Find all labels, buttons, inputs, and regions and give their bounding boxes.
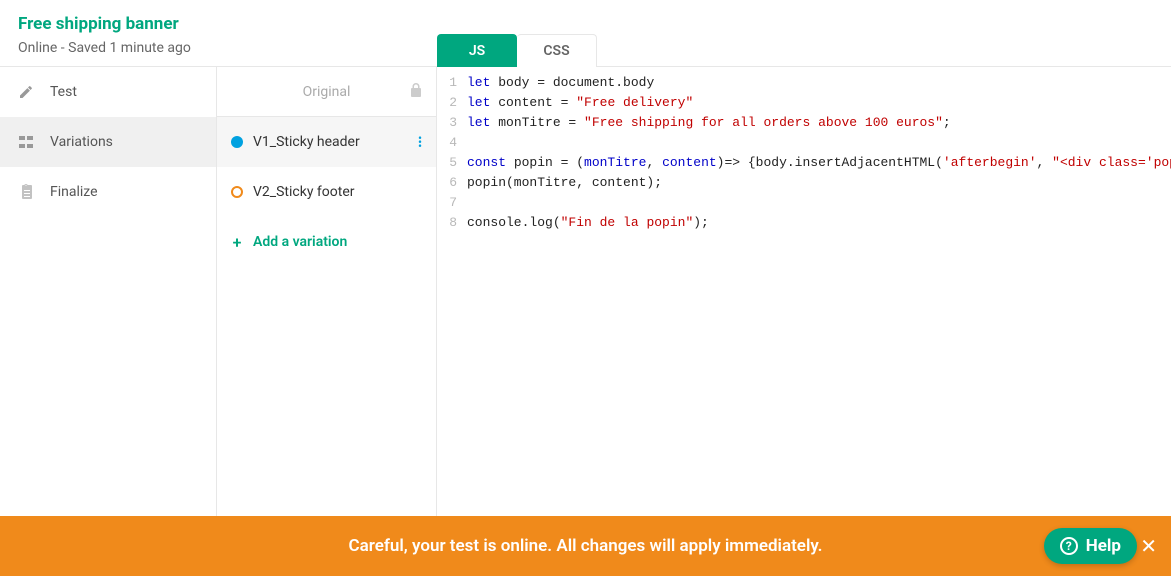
help-button[interactable]: ? Help [1044,528,1137,564]
line-number: 4 [437,133,457,153]
help-label: Help [1086,536,1121,556]
editor: JS CSS 12345678 let body = document.body… [437,67,1171,528]
line-number: 5 [437,153,457,173]
help-icon: ? [1060,537,1078,555]
nav-variations-label: Variations [50,134,113,150]
variations-icon [16,134,36,150]
code-line: let content = "Free delivery" [467,93,1171,113]
line-number: 7 [437,193,457,213]
code-line [467,133,1171,153]
variation-inactive-dot-icon [231,186,243,198]
variation-v2[interactable]: V2_Sticky footer [217,167,436,217]
tab-css[interactable]: CSS [517,34,597,67]
close-icon[interactable]: ✕ [1140,534,1157,558]
plus-icon: + [231,233,243,252]
variation-v1-label: V1_Sticky header [253,134,360,150]
code-line: let body = document.body [467,73,1171,93]
pencil-icon [16,84,36,100]
warning-text: Careful, your test is online. All change… [349,536,823,556]
page-title: Free shipping banner [18,14,1153,34]
variation-original-label: Original [303,84,351,100]
nav-test-label: Test [50,84,77,100]
code-line [467,193,1171,213]
sidebar-variations: Original V1_Sticky header ••• V2_Sticky … [217,67,437,528]
variation-v1[interactable]: V1_Sticky header ••• [217,117,436,167]
lock-icon [410,83,422,101]
warning-bar: Careful, your test is online. All change… [0,516,1171,576]
line-number: 6 [437,173,457,193]
nav-variations[interactable]: Variations [0,117,216,167]
nav-finalize-label: Finalize [50,184,98,200]
line-number: 2 [437,93,457,113]
variation-active-dot-icon [231,136,243,148]
nav-test[interactable]: Test [0,67,216,117]
code-tabs: JS CSS [437,34,597,67]
code-line: const popin = (monTitre, content)=> {bod… [467,153,1171,173]
tab-js[interactable]: JS [437,34,517,67]
nav-finalize[interactable]: Finalize [0,167,216,217]
code-editor[interactable]: 12345678 let body = document.bodylet con… [437,67,1171,528]
line-number: 1 [437,73,457,93]
variation-original[interactable]: Original [217,67,436,117]
code-content[interactable]: let body = document.bodylet content = "F… [463,73,1171,528]
main: Test Variations Finalize Original V1_Sti… [0,67,1171,528]
code-line: console.log("Fin de la popin"); [467,213,1171,233]
sidebar-steps: Test Variations Finalize [0,67,217,528]
kebab-menu-icon[interactable]: ••• [418,136,424,148]
code-line: popin(monTitre, content); [467,173,1171,193]
code-line: let monTitre = "Free shipping for all or… [467,113,1171,133]
line-number-gutter: 12345678 [437,73,463,528]
line-number: 3 [437,113,457,133]
add-variation-label: Add a variation [253,234,347,250]
variation-v2-label: V2_Sticky footer [253,184,355,200]
add-variation-button[interactable]: + Add a variation [217,217,436,267]
line-number: 8 [437,213,457,233]
clipboard-icon [16,184,36,200]
